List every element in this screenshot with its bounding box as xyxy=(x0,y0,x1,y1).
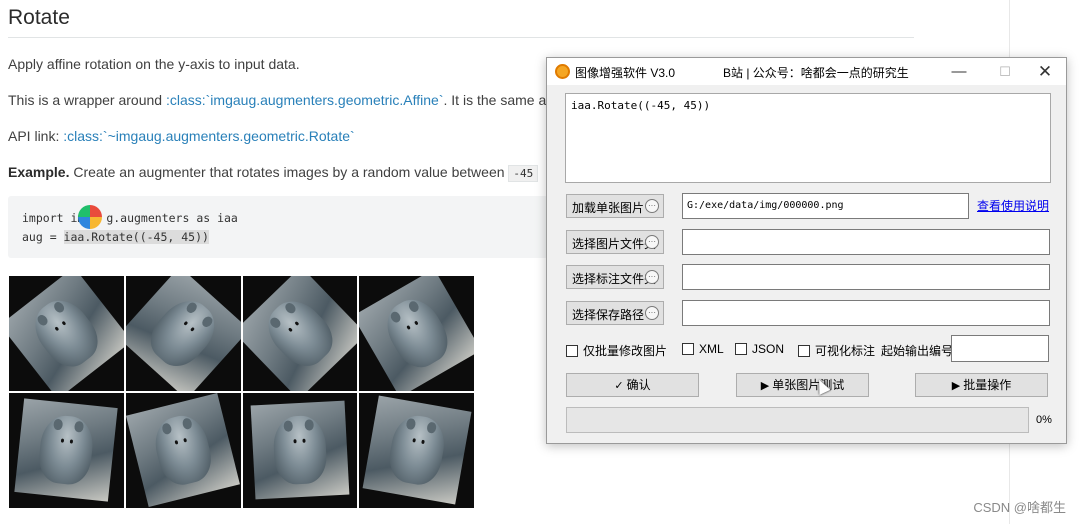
api-link-label: API link: xyxy=(8,128,64,144)
inline-code: -45 xyxy=(508,165,539,182)
more-dots-icon: ··· xyxy=(645,235,659,249)
visualize-labels-checkbox[interactable]: 可视化标注 xyxy=(798,342,875,359)
example-label: Example. xyxy=(8,164,70,180)
code-import-end: g.augmenters as iaa xyxy=(106,211,238,225)
example-image xyxy=(125,393,241,508)
quokka-figure xyxy=(384,412,449,489)
window-title: 图像增强软件 V3.0 xyxy=(575,66,676,80)
minimize-button[interactable]: — xyxy=(939,58,979,85)
visualize-labels-label: 可视化标注 xyxy=(815,344,876,358)
csdn-watermark: CSDN @啥都生 xyxy=(973,500,1066,515)
checkbox-box[interactable] xyxy=(682,343,694,355)
rotate-class-link[interactable]: :class:`~imgaug.augmenters.geometric.Rot… xyxy=(63,128,354,144)
rotated-photo xyxy=(250,401,350,501)
rotated-photo xyxy=(359,276,474,391)
quokka-figure xyxy=(24,290,109,377)
confirm-button[interactable]: ✓ 确认 xyxy=(566,373,699,397)
batch-run-button[interactable]: ▶ 批量操作 xyxy=(915,373,1048,397)
play-icon: ▶ xyxy=(760,380,770,392)
example-text: Create an augmenter that rotates images … xyxy=(69,164,509,180)
example-image xyxy=(9,276,124,391)
api-link-paragraph: API link: :class:`~imgaug.augmenters.geo… xyxy=(8,128,355,144)
example-image xyxy=(9,393,124,508)
close-button[interactable]: ✕ xyxy=(1025,58,1065,85)
usage-help-link[interactable]: 查看使用说明 xyxy=(977,197,1049,214)
code-highlight[interactable]: iaa.Rotate((-45, 45)) xyxy=(63,230,209,244)
image-augmentation-app-window: 图像增强软件 V3.0 B站 | 公众号：啥都会一点的研究生 — ☐ ✕ iaa… xyxy=(546,57,1067,444)
code-line-1: import im g.augmenters as iaa xyxy=(22,211,238,225)
code-import-start: import im xyxy=(22,211,85,225)
wrapper-text: This is a wrapper around xyxy=(8,92,166,108)
title-bar[interactable]: 图像增强软件 V3.0 B站 | 公众号：啥都会一点的研究生 — ☐ ✕ xyxy=(547,58,1066,85)
quokka-figure xyxy=(149,411,217,490)
progress-percent: 0% xyxy=(1036,414,1052,426)
wrapper-text-tail: . It is the same a xyxy=(443,92,547,108)
quokka-figure xyxy=(36,414,97,488)
select-save-path-button[interactable]: 选择保存路径 ··· xyxy=(566,301,664,325)
start-index-label: 起始输出编号 xyxy=(881,344,954,358)
xml-checkbox[interactable]: XML xyxy=(682,342,724,356)
quokka-figure xyxy=(140,290,226,377)
app-logo-icon xyxy=(555,64,570,79)
checkbox-box[interactable] xyxy=(798,345,810,357)
rotated-photo xyxy=(9,276,124,391)
select-image-folder-label: 选择图片文件夹 xyxy=(572,237,657,251)
example-image xyxy=(125,276,241,391)
checkbox-box[interactable] xyxy=(566,345,578,357)
example-image xyxy=(242,276,358,391)
load-single-image-label: 加载单张图片 xyxy=(572,201,645,215)
more-dots-icon: ··· xyxy=(645,306,659,320)
maximize-button[interactable]: ☐ xyxy=(985,58,1025,85)
example-image xyxy=(359,393,474,508)
title-divider xyxy=(8,37,914,38)
progress-bar xyxy=(566,407,1029,433)
quokka-figure xyxy=(271,415,328,486)
batch-run-label: 批量操作 xyxy=(963,378,1012,392)
example-paragraph: Example. Create an augmenter that rotate… xyxy=(8,164,539,182)
play-icon: ▶ xyxy=(951,380,961,392)
single-image-test-button[interactable]: ▶ 单张图片测试 xyxy=(736,373,869,397)
save-path-field[interactable] xyxy=(682,300,1050,326)
single-image-test-label: 单张图片测试 xyxy=(772,378,845,392)
code-assign: aug = xyxy=(22,230,64,244)
select-image-folder-button[interactable]: 选择图片文件夹 ··· xyxy=(566,230,664,254)
start-index-input[interactable] xyxy=(951,335,1049,362)
wrapper-paragraph: This is a wrapper around :class:`imgaug.… xyxy=(8,92,546,108)
code-line-2: aug = iaa.Rotate((-45, 45)) xyxy=(22,230,209,244)
rotated-photo xyxy=(14,398,119,503)
checkbox-box[interactable] xyxy=(735,343,747,355)
label-folder-field[interactable] xyxy=(682,264,1050,290)
affine-class-link[interactable]: :class:`imgaug.augmenters.geometric.Affi… xyxy=(166,92,444,108)
rotated-photo xyxy=(362,395,472,506)
description-paragraph: Apply affine rotation on the y-axis to i… xyxy=(8,56,300,72)
example-image-grid xyxy=(9,276,474,508)
more-dots-icon: ··· xyxy=(645,270,659,284)
more-dots-icon: ··· xyxy=(645,199,659,213)
single-image-path-field[interactable]: G:/exe/data/img/000000.png xyxy=(682,193,969,219)
example-image xyxy=(359,276,474,391)
select-label-folder-label: 选择标注文件夹 xyxy=(572,272,657,286)
select-save-path-label: 选择保存路径 xyxy=(572,308,645,322)
pinwheel-cursor-icon xyxy=(78,205,102,229)
check-icon: ✓ xyxy=(614,380,624,392)
window-subtitle: B站 | 公众号：啥都会一点的研究生 xyxy=(723,66,909,80)
xml-label: XML xyxy=(699,342,724,356)
json-label: JSON xyxy=(752,342,785,356)
rotated-photo xyxy=(242,276,358,391)
rotated-photo xyxy=(126,393,241,508)
select-label-folder-button[interactable]: 选择标注文件夹 ··· xyxy=(566,265,664,289)
batch-modify-images-label: 仅批量修改图片 xyxy=(583,344,668,358)
load-single-image-button[interactable]: 加载单张图片 ··· xyxy=(566,194,664,218)
quokka-figure xyxy=(257,290,343,377)
confirm-label: 确认 xyxy=(626,378,651,392)
image-folder-field[interactable] xyxy=(682,229,1050,255)
quokka-figure xyxy=(376,291,457,377)
example-image xyxy=(242,393,358,508)
augmentation-code-input[interactable]: iaa.Rotate((-45, 45)) xyxy=(565,93,1051,183)
batch-modify-images-checkbox[interactable]: 仅批量修改图片 xyxy=(566,342,667,359)
page-title: Rotate xyxy=(8,6,70,29)
rotated-photo xyxy=(125,276,241,391)
json-checkbox[interactable]: JSON xyxy=(735,342,784,356)
